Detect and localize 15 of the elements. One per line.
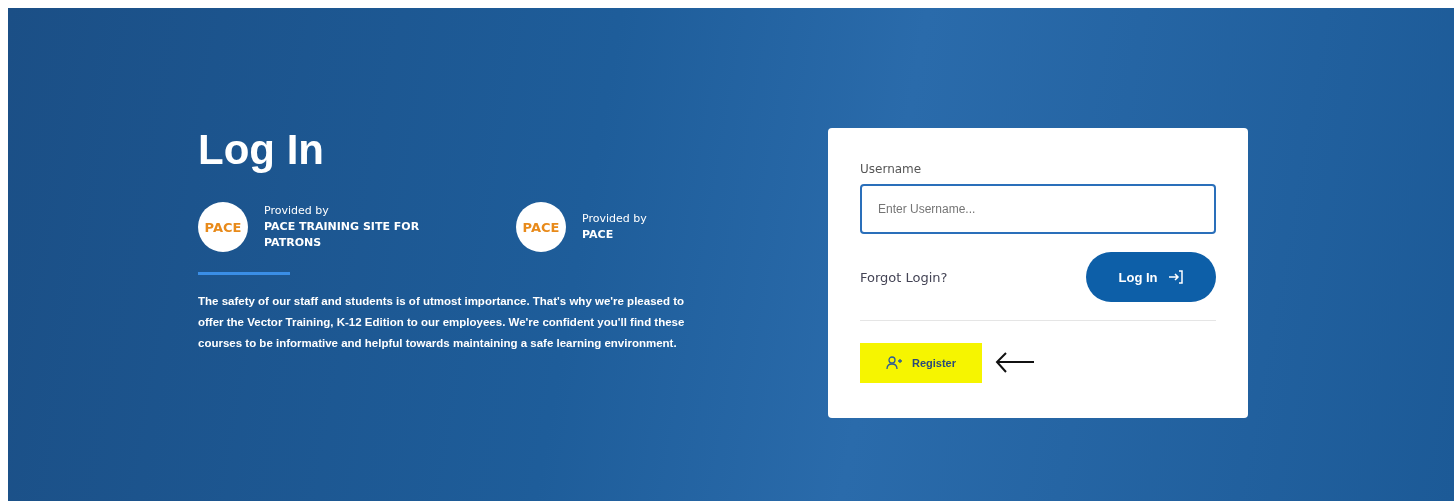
field-label: Username [860, 162, 923, 176]
forgot-login-link[interactable]: Forgot Login? [860, 269, 948, 285]
provider-label: Provided by [582, 211, 647, 227]
username-field[interactable]: Enter Username... [860, 184, 1216, 234]
login-button[interactable]: Log In [1086, 252, 1216, 302]
sign-in-icon [1167, 270, 1184, 284]
description-text: The safety of our staff and students is of utmost importance. That's why we're pleased to offer the Vector Training, K-12 Edition to our employees. We're confident you'll find these courses to be informative and helpful towards maintaining a safe learning environment. [198, 294, 686, 351]
user-add-icon [886, 356, 902, 370]
provider-name: PACE [582, 227, 615, 243]
provider-logo: PACE [198, 202, 248, 252]
provider-label: Provided by [264, 203, 330, 219]
provider-name: PACE TRAINING SITE FOR PATRONS [264, 219, 421, 251]
register-button[interactable]: Register [860, 343, 983, 383]
page-title: Log In [198, 126, 325, 174]
provider-logo: PACE [516, 202, 566, 252]
